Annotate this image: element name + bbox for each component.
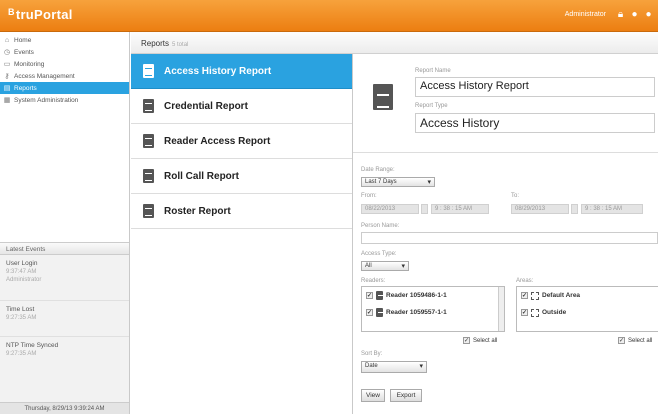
event-item[interactable]: User Login 9:37:47 AM Administrator <box>0 255 129 301</box>
access-type-label: Access Type: <box>361 251 397 257</box>
area-icon <box>531 291 539 300</box>
event-item[interactable]: NTP Time Synced 9:27:35 AM <box>0 337 129 373</box>
event-item[interactable]: Time Lost 9:27:35 AM <box>0 301 129 337</box>
to-time-field[interactable]: 9 : 38 : 15 AM <box>581 204 643 214</box>
nav-item-monitoring[interactable]: ▭ Monitoring <box>0 58 129 70</box>
to-date-field[interactable]: 08/29/2013 <box>511 204 569 214</box>
report-type-field[interactable]: Access History <box>415 113 655 133</box>
report-document-icon <box>373 84 393 110</box>
access-type-select[interactable]: All <box>361 261 409 271</box>
user-name[interactable]: Administrator <box>565 11 606 18</box>
report-type-label: Report Type <box>415 103 448 109</box>
gear-icon[interactable]: ● <box>629 9 640 20</box>
person-name-label: Person Name: <box>361 223 400 229</box>
page-title: Reports <box>141 39 170 48</box>
reader-row[interactable]: ✓ Reader 1059486-1-1 <box>362 287 504 304</box>
top-bar: BtruPortal Administrator 🔒︎ ● ● <box>0 0 658 32</box>
from-label: From: <box>361 193 377 199</box>
monitor-icon: ▭ <box>3 61 11 68</box>
calendar-icon[interactable] <box>421 204 428 214</box>
nav-item-home[interactable]: ⌂ Home <box>0 34 129 46</box>
report-item-roll-call[interactable]: Roll Call Report <box>131 159 352 194</box>
lock-icon[interactable]: 🔒︎ <box>615 9 626 20</box>
view-button[interactable]: View <box>361 389 385 402</box>
report-list: Access History Report Credential Report … <box>131 54 353 414</box>
nav-item-access-management[interactable]: ⚷ Access Management <box>0 70 129 82</box>
nav-item-system-administration[interactable]: ▦ System Administration <box>0 94 129 106</box>
report-item-credential[interactable]: Credential Report <box>131 89 352 124</box>
readers-scrollbar[interactable] <box>498 287 504 331</box>
to-label: To: <box>511 193 520 199</box>
area-checkbox[interactable]: ✓ <box>521 309 528 316</box>
report-name-label: Report Name <box>415 68 451 74</box>
areas-label: Areas: <box>516 278 534 284</box>
reader-icon <box>376 308 385 320</box>
reader-checkbox[interactable]: ✓ <box>366 309 373 316</box>
report-item-access-history[interactable]: Access History Report <box>131 54 352 89</box>
area-checkbox[interactable]: ✓ <box>521 292 528 299</box>
readers-label: Readers: <box>361 278 386 284</box>
reader-checkbox[interactable]: ✓ <box>366 292 373 299</box>
export-button[interactable]: Export <box>390 389 422 402</box>
status-clock: Thursday, 8/29/13 9:39:24 AM <box>0 402 129 414</box>
document-icon <box>143 64 154 78</box>
latest-events-title: Latest Events <box>0 242 129 255</box>
nav-item-events[interactable]: ◷ Events <box>0 46 129 58</box>
key-icon: ⚷ <box>4 73 10 80</box>
sort-by-label: Sort By: <box>361 351 383 357</box>
from-date-field[interactable]: 08/22/2013 <box>361 204 419 214</box>
latest-events-panel: Latest Events User Login 9:37:47 AM Admi… <box>0 242 129 414</box>
reader-icon <box>376 291 385 303</box>
report-name-field[interactable]: Access History Report <box>415 77 655 97</box>
sidebar: ⌂ Home ◷ Events ▭ Monitoring ⚷ Access Manage… <box>0 32 130 414</box>
reader-row[interactable]: ✓ Reader 1059557-1-1 <box>362 304 504 321</box>
document-icon <box>143 99 154 113</box>
person-name-input[interactable] <box>361 232 658 244</box>
sort-by-select[interactable]: Date <box>361 361 427 373</box>
reports-count: 5 total <box>172 42 189 48</box>
document-icon <box>143 169 154 183</box>
reports-header: Reports 5 total <box>131 32 658 54</box>
calendar-icon[interactable] <box>571 204 578 214</box>
date-range-label: Date Range: <box>361 167 395 173</box>
home-icon: ⌂ <box>4 36 10 44</box>
document-icon <box>143 134 154 148</box>
report-item-reader-access[interactable]: Reader Access Report <box>131 124 352 159</box>
areas-select-all[interactable]: ✓ Select all <box>618 337 652 344</box>
area-icon <box>531 308 539 317</box>
document-icon <box>143 204 154 218</box>
app-logo: BtruPortal <box>8 7 73 22</box>
area-row[interactable]: ✓ Outside <box>517 304 658 321</box>
grid-icon: ▦ <box>3 97 11 104</box>
nav-item-reports[interactable]: ▤ Reports <box>0 82 129 94</box>
area-row[interactable]: ✓ Default Area <box>517 287 658 304</box>
from-time-field[interactable]: 9 : 38 : 15 AM <box>431 204 489 214</box>
help-icon[interactable]: ● <box>643 9 654 20</box>
readers-list: ✓ Reader 1059486-1-1 ✓ Reader 1059557-1-1 <box>361 286 505 332</box>
readers-select-all[interactable]: ✓ Select all <box>463 337 497 344</box>
report-detail: Report Name Access History Report Report… <box>353 54 658 414</box>
areas-list: ✓ Default Area ✓ Outside <box>516 286 658 332</box>
clock-icon: ◷ <box>3 49 11 56</box>
document-icon: ▤ <box>3 85 11 92</box>
date-range-select[interactable]: Last 7 Days <box>361 177 435 187</box>
report-item-roster[interactable]: Roster Report <box>131 194 352 229</box>
